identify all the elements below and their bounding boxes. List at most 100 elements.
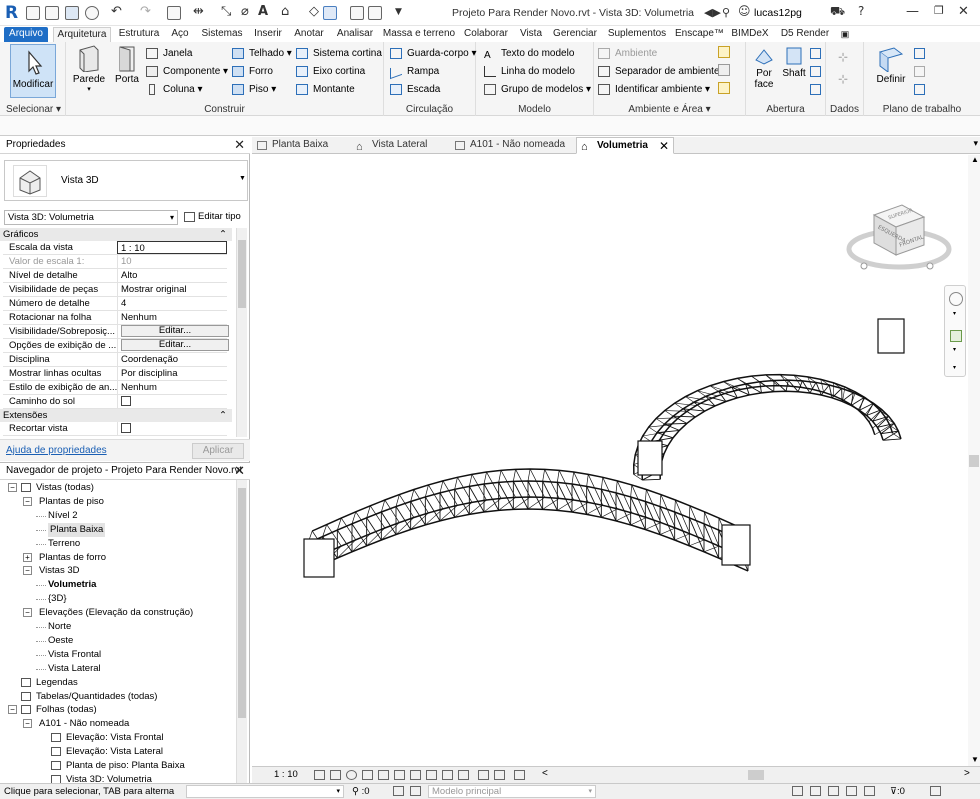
tag-room-button[interactable]: Identificar ambiente ▾ — [598, 82, 710, 97]
property-value[interactable]: 1 : 10 — [117, 241, 227, 254]
column-button[interactable]: Coluna ▾ — [146, 82, 203, 97]
railing-button[interactable]: Guarda-corpo ▾ — [390, 46, 477, 61]
open-icon[interactable] — [45, 6, 59, 20]
browser-item[interactable]: Planta Baixa — [48, 522, 106, 537]
browser-item[interactable]: Norte — [48, 620, 71, 634]
dimension-icon[interactable]: ⤡ — [221, 4, 231, 19]
browser-item[interactable]: Folhas (todas) — [36, 703, 97, 717]
collapse-icon[interactable]: − — [23, 566, 32, 576]
property-value[interactable]: 4 — [117, 297, 227, 310]
home-icon[interactable] — [26, 6, 40, 20]
browser-item[interactable]: Elevação: Vista Frontal — [66, 731, 164, 745]
lock-view-icon[interactable] — [426, 770, 437, 780]
design-options-icon[interactable] — [410, 786, 421, 796]
tab-arquitetura[interactable]: Arquitetura — [53, 27, 111, 42]
edit-button[interactable]: Editar... — [121, 339, 229, 351]
restore-icon[interactable]: ❐ — [934, 4, 944, 17]
ramp-button[interactable]: Rampa — [390, 63, 439, 80]
tab-anotar[interactable]: Anotar — [291, 27, 327, 42]
model-line-button[interactable]: Linha do modelo — [484, 64, 575, 79]
expand-icon[interactable]: + — [23, 552, 32, 562]
minimize-icon[interactable]: — — [906, 4, 919, 19]
close-browser-icon[interactable]: ✕ — [234, 463, 245, 479]
view-tab-a101[interactable]: A101 - Não nomeada — [450, 137, 578, 154]
ref-plane-icon[interactable] — [914, 66, 925, 77]
instance-selector[interactable]: Vista 3D: Volumetria ▾ — [4, 210, 178, 225]
close-properties-icon[interactable]: ✕ — [234, 137, 245, 153]
status-field[interactable]: ▾ — [186, 785, 344, 798]
search-expand-icon[interactable]: ◀▶ — [704, 6, 721, 19]
scroll-down-icon[interactable]: ▼ — [971, 755, 979, 764]
apply-button[interactable]: Aplicar — [192, 443, 244, 459]
highlight-displacement-icon[interactable] — [514, 770, 525, 780]
collapse-icon[interactable]: − — [8, 705, 17, 715]
select-underlay-icon[interactable] — [810, 786, 821, 796]
viewer-icon[interactable] — [914, 84, 925, 95]
select-pinned-icon[interactable] — [828, 786, 839, 796]
browser-item[interactable]: Oeste — [48, 634, 73, 648]
curtain-system-button[interactable]: Sistema cortina — [296, 46, 382, 61]
switch-windows-icon[interactable] — [368, 6, 382, 20]
tabs-overflow-icon[interactable]: ▾ — [973, 138, 978, 149]
tab-colaborar[interactable]: Colaborar — [461, 27, 511, 42]
browser-item[interactable]: Terreno — [48, 537, 80, 551]
component-button[interactable]: Componente ▾ — [146, 64, 228, 79]
checkbox[interactable] — [121, 396, 131, 406]
view-tab-volumetria[interactable]: ⌂ Volumetria ✕ — [576, 137, 674, 154]
roof-button[interactable]: Telhado ▾ — [232, 46, 292, 61]
browser-item[interactable]: Elevação: Vista Lateral — [66, 745, 163, 759]
tag-area-icon[interactable] — [718, 82, 730, 94]
print-icon[interactable] — [167, 6, 181, 20]
level-icon[interactable]: ⊹ — [838, 50, 848, 64]
steering-wheel-icon[interactable] — [949, 292, 963, 306]
browser-item[interactable]: {3D} — [48, 592, 67, 606]
help-icon[interactable]: ? — [858, 4, 864, 18]
scroll-up-icon[interactable]: ▲ — [971, 155, 979, 164]
browser-item[interactable]: Planta de piso: Planta Baixa — [66, 759, 185, 773]
tab-gerenciar[interactable]: Gerenciar — [551, 27, 599, 42]
edit-type-button[interactable]: Editar tipo — [182, 210, 246, 225]
viewcube[interactable]: FRONTAL ESQUERDA SUPERIOR — [844, 193, 954, 275]
tab-arquivo[interactable]: Arquivo — [4, 27, 48, 42]
browser-item[interactable]: Nível 2 — [48, 509, 78, 523]
show-crop-icon[interactable] — [410, 770, 421, 780]
drawing-scroll-thumb[interactable] — [969, 455, 979, 467]
group-label-selecionar[interactable]: Selecionar ▾ — [0, 104, 65, 115]
section-extensoes[interactable]: Extensões ⌃ — [0, 409, 232, 422]
properties-help-link[interactable]: Ajuda de propriedades — [6, 445, 107, 456]
show-workplane-icon[interactable] — [914, 48, 925, 59]
property-value[interactable]: Por disciplina — [117, 367, 227, 380]
user-icon[interactable]: ☺ — [738, 4, 751, 18]
tab-aco[interactable]: Aço — [167, 27, 193, 42]
shaft-button[interactable]: Shaft — [780, 46, 808, 79]
filter-count[interactable]: ⊽:0 — [890, 784, 905, 799]
section-graficos[interactable]: Gráficos ⌃ — [0, 228, 232, 241]
redo-icon[interactable]: ↷ — [140, 4, 151, 19]
close-tab-icon[interactable]: ✕ — [659, 138, 669, 154]
model-text-button[interactable]: A Texto do modelo — [484, 46, 574, 61]
browser-item[interactable]: Volumetria — [48, 578, 96, 592]
select-by-face-icon[interactable] — [846, 786, 857, 796]
browser-item[interactable]: Vista Lateral — [48, 662, 101, 676]
viewcube-compass-marker[interactable] — [860, 262, 868, 270]
type-selector[interactable]: Vista 3D ▼ — [4, 160, 248, 201]
area-boundary-icon[interactable] — [718, 64, 730, 76]
binoculars-icon[interactable]: ⚲ — [722, 6, 730, 19]
model-group-button[interactable]: Grupo de modelos ▾ — [484, 82, 591, 97]
window-button[interactable]: Janela — [146, 46, 192, 61]
wall-button[interactable]: Parede ▾ — [72, 44, 106, 93]
browser-item[interactable]: Tabelas/Quantidades (todas) — [36, 690, 157, 704]
browser-item[interactable]: Vista Frontal — [48, 648, 101, 662]
close-window-icon[interactable]: ✕ — [958, 4, 969, 19]
stair-button[interactable]: Escada — [390, 82, 440, 97]
scroll-right-icon[interactable]: > — [964, 768, 970, 779]
property-edit-button[interactable]: Editar... — [117, 325, 229, 338]
browser-item[interactable]: Plantas de piso — [39, 495, 104, 509]
property-edit-button[interactable]: Editar... — [117, 339, 229, 352]
property-value[interactable]: Nenhum — [117, 381, 227, 394]
undo-icon[interactable]: ↶ — [111, 4, 122, 19]
sun-path-icon[interactable] — [346, 770, 357, 780]
property-value[interactable]: 10 — [117, 255, 227, 268]
background-process-icon[interactable] — [930, 786, 941, 796]
tab-estrutura[interactable]: Estrutura — [116, 27, 162, 42]
